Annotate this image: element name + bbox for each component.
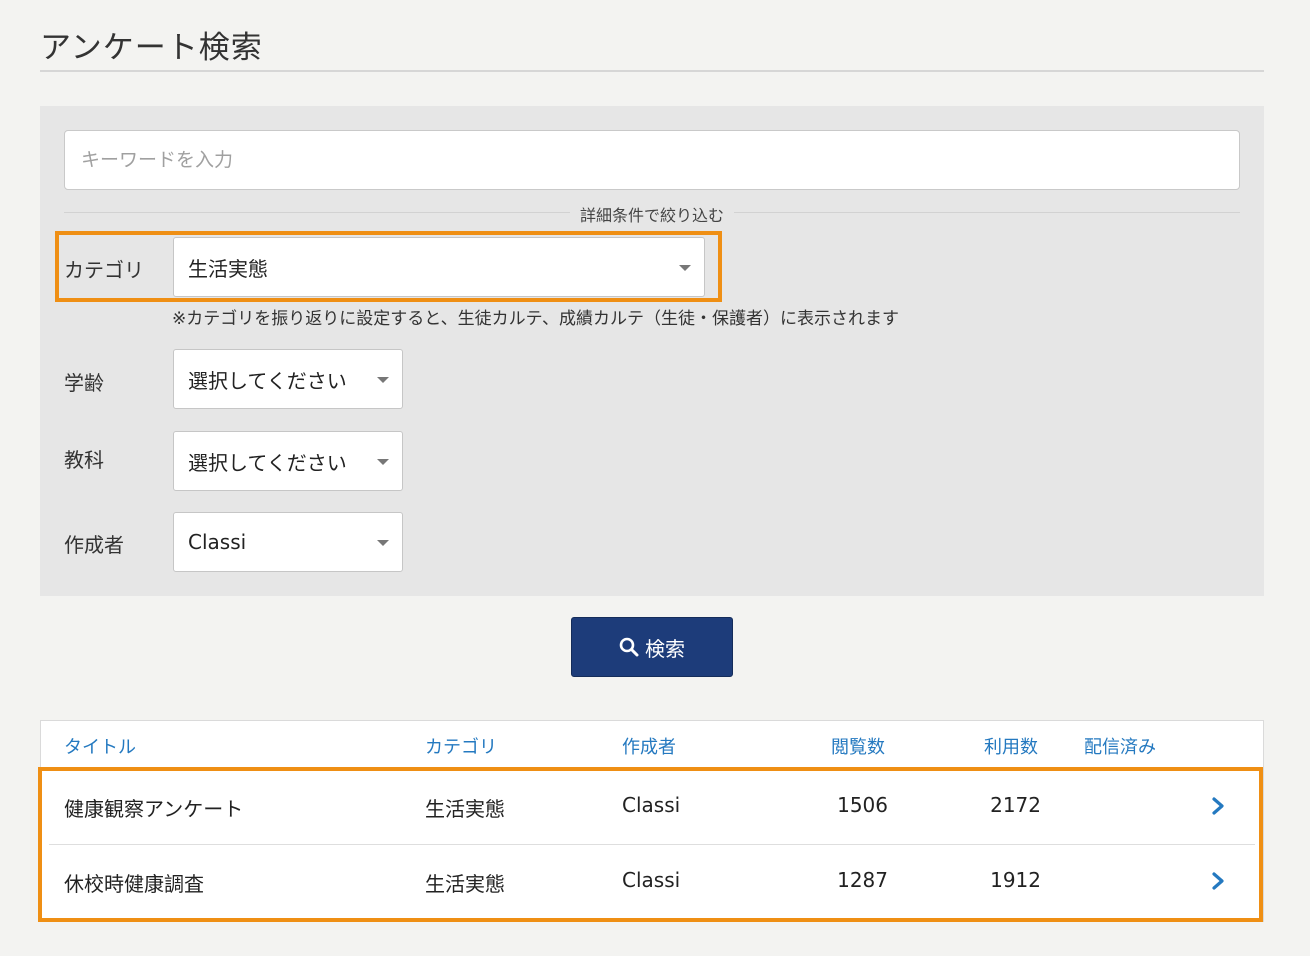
column-header-title[interactable]: タイトル — [64, 733, 136, 759]
search-panel: 詳細条件で絞り込む カテゴリ 生活実態 ※カテゴリを振り返りに設定すると、生徒カ… — [40, 106, 1264, 596]
column-header-views[interactable]: 閲覧数 — [831, 733, 885, 759]
subject-label: 教科 — [64, 448, 104, 472]
caret-down-icon — [377, 459, 389, 465]
search-icon — [619, 637, 639, 657]
grade-label: 学齢 — [64, 371, 104, 395]
category-hint: ※カテゴリを振り返りに設定すると、生徒カルテ、成績カルテ（生徒・保護者）に表示さ… — [172, 309, 900, 329]
caret-down-icon — [377, 540, 389, 546]
column-header-author[interactable]: 作成者 — [622, 733, 676, 759]
filter-divider: 詳細条件で絞り込む — [64, 202, 1240, 226]
column-header-delivered[interactable]: 配信済み — [1084, 733, 1156, 759]
category-highlight-frame — [55, 231, 722, 302]
caret-down-icon — [377, 377, 389, 383]
keyword-input[interactable] — [64, 130, 1240, 190]
search-button[interactable]: 検索 — [571, 617, 733, 677]
subject-select-value: 選択してください — [188, 450, 347, 475]
subject-select[interactable]: 選択してください — [173, 431, 403, 491]
grade-select[interactable]: 選択してください — [173, 349, 403, 409]
author-select[interactable]: Classi — [173, 512, 403, 572]
filter-divider-label: 詳細条件で絞り込む — [569, 202, 735, 226]
grade-select-value: 選択してください — [188, 368, 347, 393]
column-header-category[interactable]: カテゴリ — [425, 733, 497, 759]
author-label: 作成者 — [64, 533, 124, 557]
title-divider — [40, 70, 1264, 72]
rows-highlight-frame — [38, 767, 1263, 922]
search-button-label: 検索 — [645, 636, 685, 661]
column-header-uses[interactable]: 利用数 — [984, 733, 1038, 759]
page-title: アンケート検索 — [40, 30, 263, 66]
author-select-value: Classi — [188, 530, 247, 554]
